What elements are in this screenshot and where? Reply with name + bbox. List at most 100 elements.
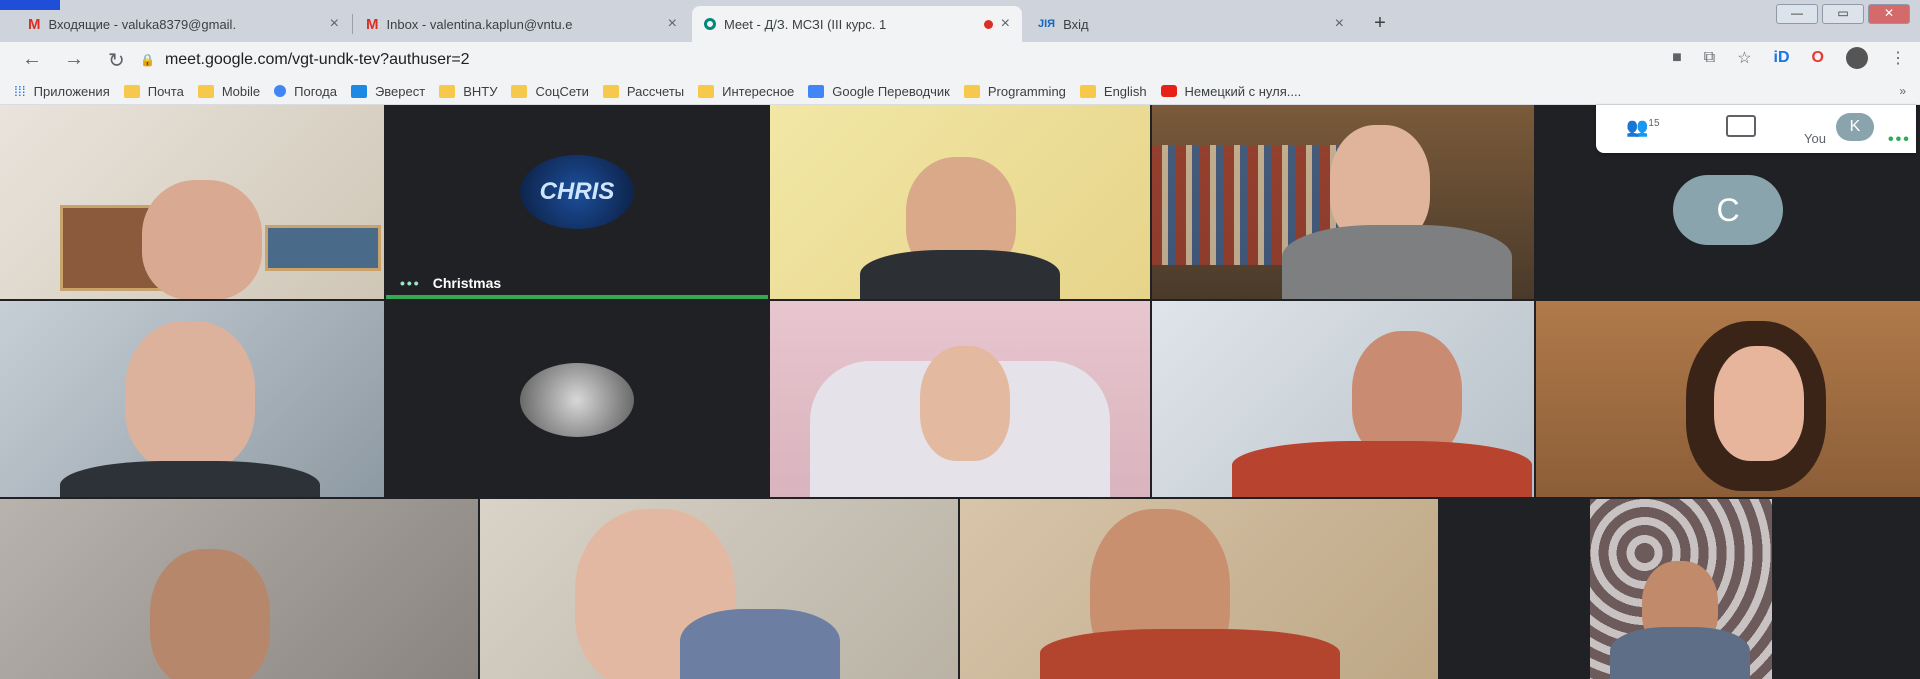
bookmark-label: Интересное [722, 83, 795, 99]
participant-tile[interactable] [960, 499, 1438, 679]
folder-icon [1079, 84, 1096, 98]
translate-icon[interactable]: ⧉ [1704, 49, 1715, 67]
close-icon[interactable]: × [1001, 15, 1010, 33]
participant-body [1282, 225, 1512, 299]
bookmark-label: Google Переводчик [832, 83, 950, 99]
bookmark-english[interactable]: English [1079, 83, 1147, 99]
folder-icon [963, 84, 980, 98]
tab-title: Вхід [1063, 16, 1089, 32]
lock-icon: 🔒 [140, 53, 155, 67]
tab-title: Meet - Д/З. МСЗІ (ІІІ курс. 1 [724, 16, 887, 32]
tab-title: Inbox - valentina.kaplun@vntu.e [386, 16, 573, 32]
speaking-indicator-icon: ••• [400, 275, 421, 291]
bookmark-label: Погода [294, 83, 337, 99]
bookmark-google-translate[interactable]: Google Переводчик [808, 84, 950, 99]
bookmark-programming[interactable]: Programming [963, 84, 1066, 99]
reload-icon[interactable]: ↻ [108, 48, 125, 73]
bookmark-interesnoe[interactable]: Интересное [698, 84, 794, 99]
minimize-button[interactable]: — [1776, 4, 1818, 24]
participant-tile[interactable] [0, 301, 384, 497]
tab-gmail-inbox-2[interactable]: M Inbox - valentina.kaplun@vntu.e × [354, 6, 689, 42]
participant-name-label: Christmas [432, 275, 502, 291]
forward-arrow-icon[interactable]: → [64, 48, 84, 71]
self-label: You [1804, 131, 1826, 146]
christmas-logo: CHRIS [520, 155, 634, 229]
participant-tile[interactable] [1536, 301, 1920, 497]
address-bar[interactable]: 🔒 meet.google.com/vgt-undk-tev?authuser=… [140, 46, 1500, 74]
weather-icon [274, 85, 287, 97]
close-icon[interactable]: × [1335, 15, 1344, 33]
gmail-icon: M [28, 15, 41, 33]
bookmark-german[interactable]: Немецкий с нуля.... [1160, 83, 1302, 99]
recording-icon [983, 19, 993, 29]
meet-top-panel: 👥15 You K ••• [1596, 105, 1916, 153]
bookmark-mobile[interactable]: Mobile [197, 84, 260, 99]
bookmark-label: Немецкий с нуля.... [1184, 83, 1302, 99]
maximize-button[interactable]: ▭ [1822, 4, 1864, 24]
opera-extension-icon[interactable]: O [1812, 49, 1824, 67]
chat-icon[interactable] [1726, 115, 1756, 137]
participant-body [1232, 441, 1532, 497]
participant-face [1714, 346, 1804, 461]
bookmark-label: English [1103, 83, 1147, 99]
participant-body [1610, 627, 1750, 679]
bookmark-label: Рассчеты [626, 83, 685, 99]
participants-button[interactable]: 👥15 [1626, 117, 1660, 138]
bookmark-label: ВНТУ [463, 83, 498, 99]
participant-tile-christmas[interactable]: CHRIS ••• Christmas [386, 105, 768, 299]
participant-tile[interactable] [0, 499, 478, 679]
tab-meet[interactable]: Meet - Д/З. МСЗІ (ІІІ курс. 1 × [692, 6, 1022, 42]
id-extension-icon[interactable]: iD [1774, 49, 1790, 67]
bookmark-everest[interactable]: Эверест [350, 83, 426, 99]
close-icon[interactable]: × [330, 15, 339, 33]
participant-avatar-photo [520, 363, 634, 437]
close-window-button[interactable]: ✕ [1868, 4, 1910, 24]
self-avatar[interactable]: K [1836, 113, 1874, 141]
tab-separator [352, 14, 353, 34]
menu-kebab-icon[interactable]: ⋮ [1890, 48, 1906, 68]
participant-tile[interactable] [770, 105, 1150, 299]
participant-tile[interactable] [770, 301, 1150, 497]
jitsi-icon: JIЯ [1038, 18, 1056, 30]
bookmark-pochta[interactable]: Почта [123, 83, 184, 99]
tab-title: Входящие - valuka8379@gmail. [48, 16, 237, 32]
tab-jitsi[interactable]: JIЯ Вхід × [1026, 6, 1356, 42]
participant-grid: CHRIS ••• Christmas C [0, 105, 1920, 679]
bookmarks-bar: ⁞⁞⁞ Приложения Почта Mobile Погода Эверес… [0, 78, 1920, 105]
translate-icon [808, 84, 825, 98]
participant-body [1040, 629, 1340, 679]
back-arrow-icon[interactable]: ← [22, 48, 42, 71]
bookmark-apps[interactable]: ⁞⁞⁞ Приложения [14, 83, 110, 99]
folder-icon [197, 84, 214, 98]
participant-tile[interactable] [1440, 499, 1920, 679]
bookmarks-overflow-icon[interactable]: » [1899, 84, 1906, 98]
star-icon[interactable]: ☆ [1737, 48, 1751, 68]
bookmark-label: СоцСети [535, 83, 589, 99]
bookmark-label: Эверест [374, 83, 426, 99]
bookmark-label: Почта [147, 83, 184, 99]
participant-count: 15 [1648, 118, 1660, 129]
active-speaker-bar [386, 295, 768, 299]
participant-tile[interactable] [1152, 301, 1534, 497]
toolbar-actions: ■ ⧉ ☆ iD O ⋮ [1672, 47, 1906, 69]
profile-avatar[interactable] [1846, 47, 1868, 69]
folder-icon [511, 84, 528, 98]
bookmark-raschety[interactable]: Рассчеты [602, 83, 685, 99]
tab-gmail-inbox-1[interactable]: M Входящие - valuka8379@gmail. × [16, 6, 351, 42]
browser-toolbar: ← → ↻ 🔒 meet.google.com/vgt-undk-tev?aut… [0, 42, 1920, 78]
participant-face [125, 321, 255, 471]
participant-tile[interactable] [0, 105, 384, 299]
camera-icon[interactable]: ■ [1672, 49, 1682, 67]
bookmark-vntu[interactable]: ВНТУ [439, 84, 497, 99]
participant-tile[interactable] [480, 499, 958, 679]
close-icon[interactable]: × [668, 15, 677, 33]
participant-face [150, 549, 270, 679]
new-tab-button[interactable]: + [1368, 12, 1392, 36]
bookmark-weather[interactable]: Погода [274, 84, 337, 99]
bookmark-socseti[interactable]: СоцСети [511, 83, 589, 99]
folder-icon [698, 84, 715, 98]
participant-tile[interactable] [1152, 105, 1534, 299]
folder-icon [602, 84, 619, 98]
participant-tile[interactable] [386, 301, 768, 497]
apps-icon: ⁞⁞⁞ [14, 83, 26, 99]
